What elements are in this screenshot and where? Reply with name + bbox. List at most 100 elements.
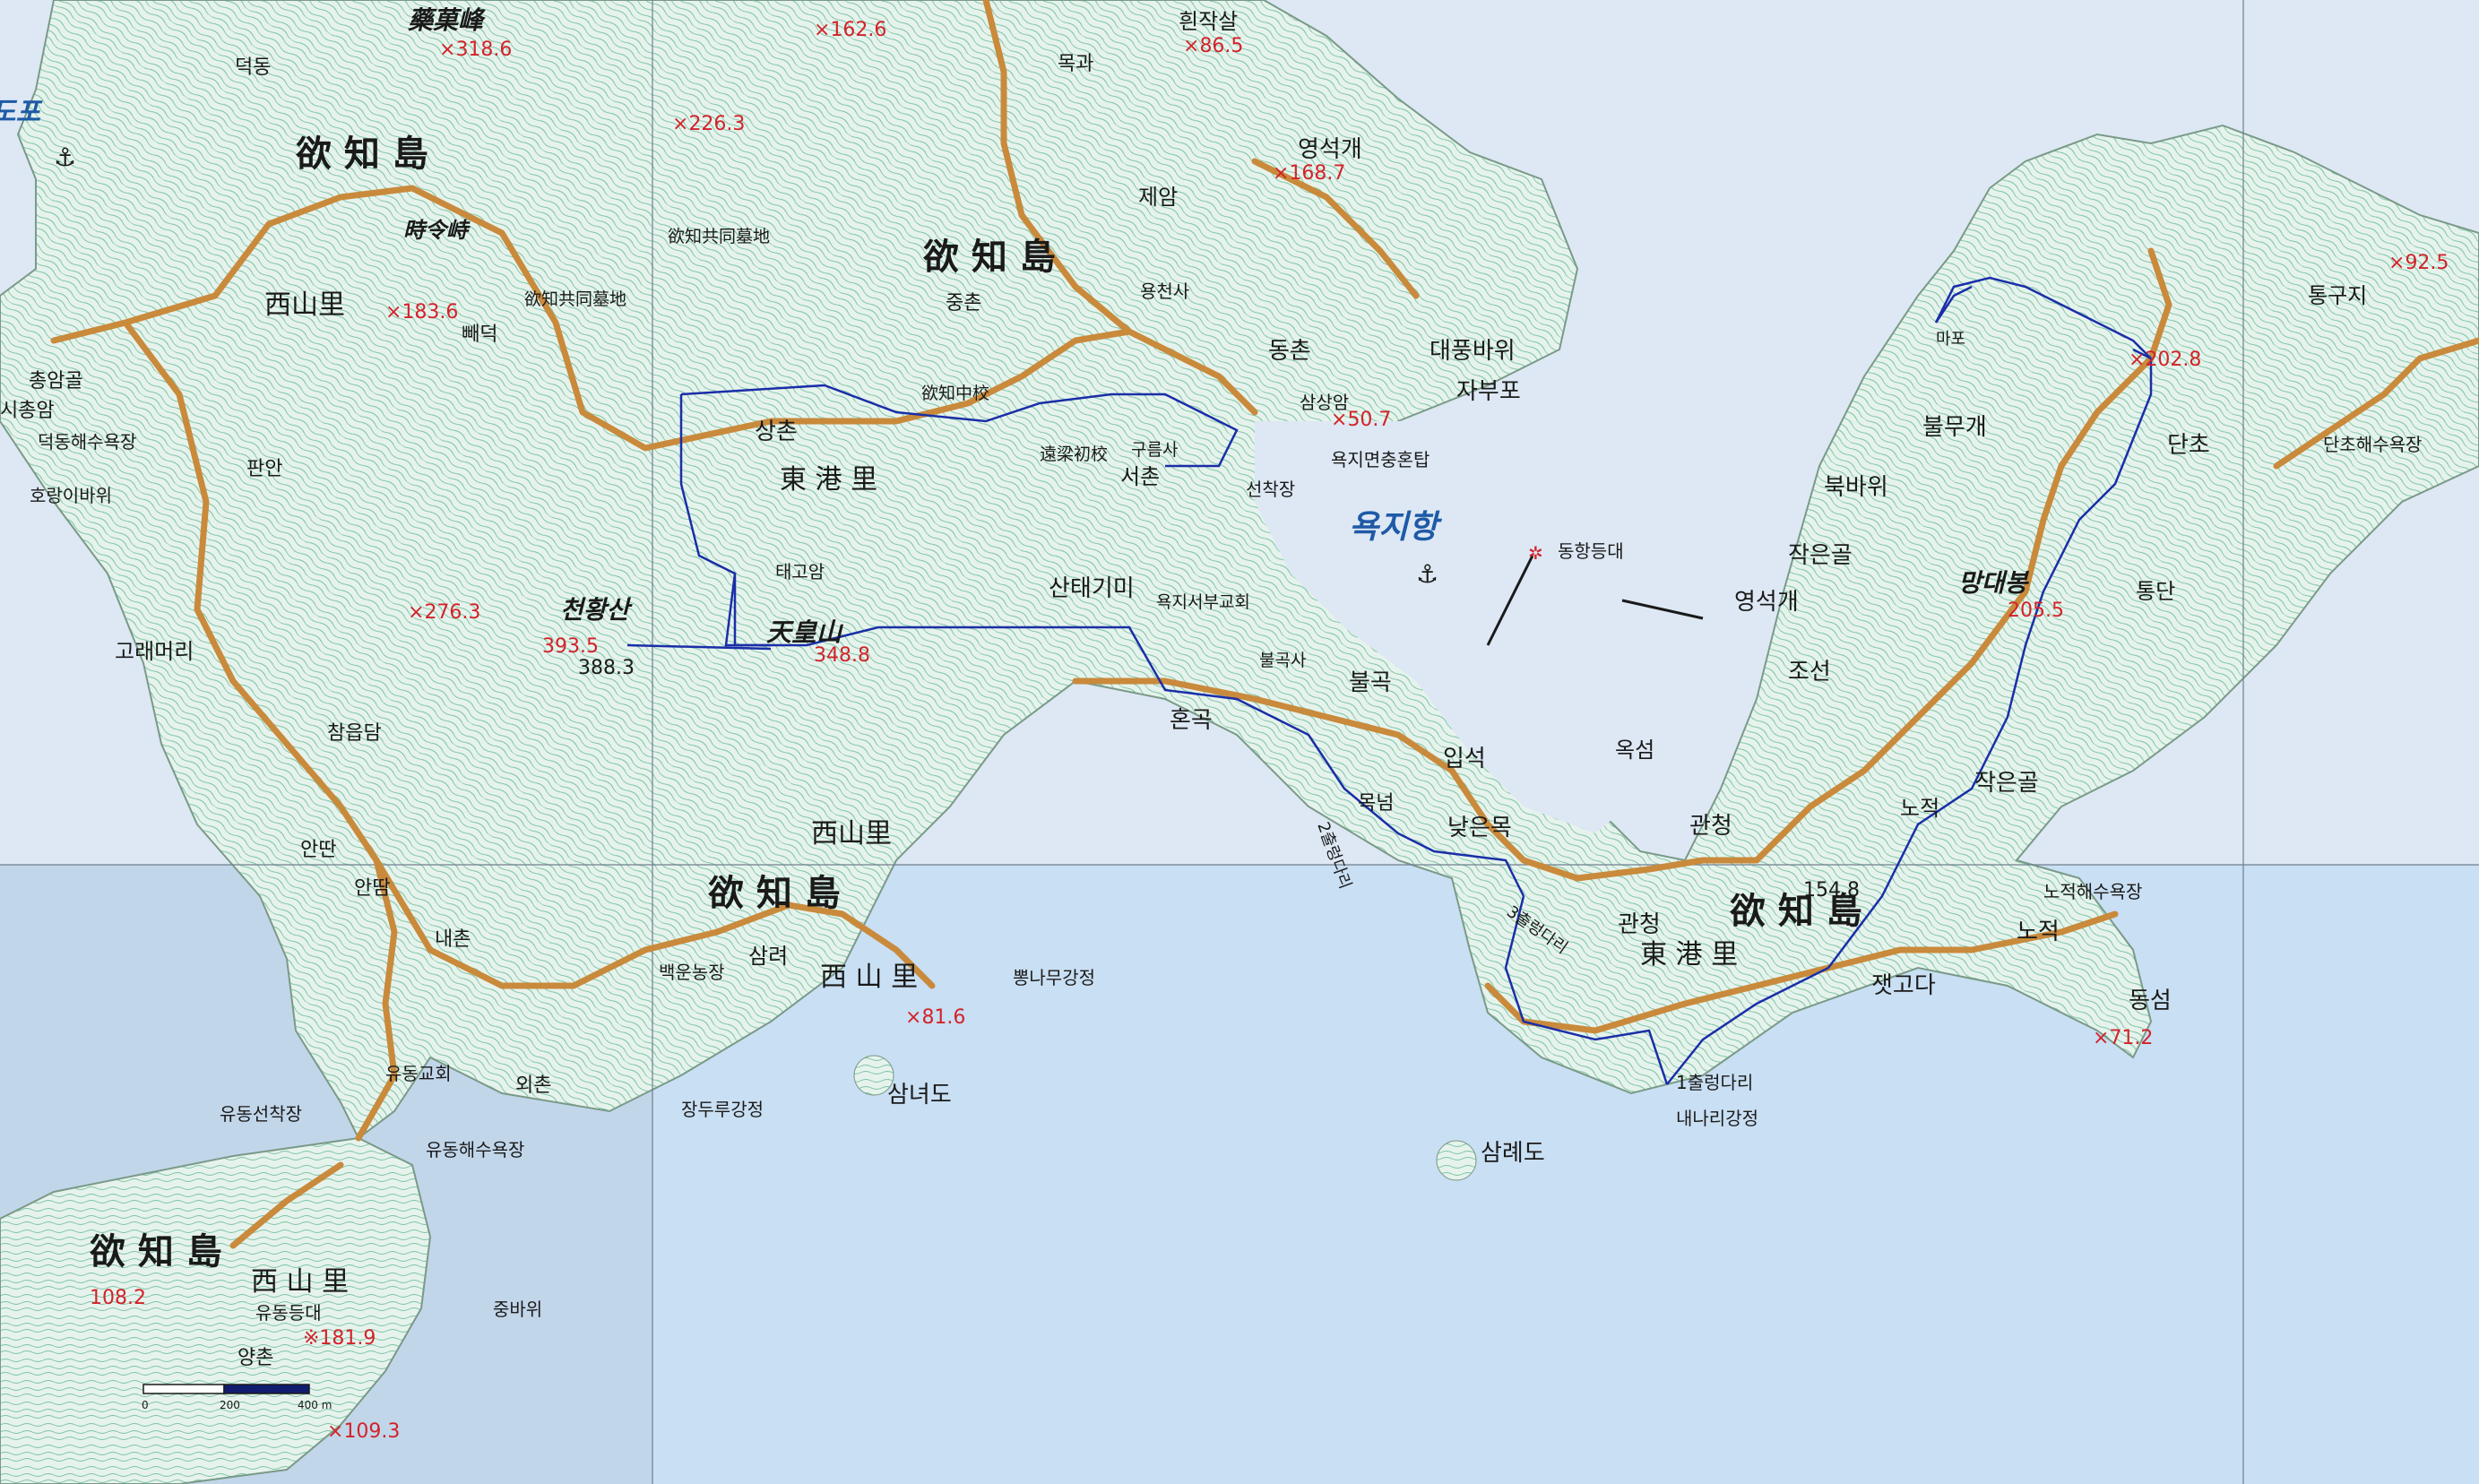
peak-elevation: 108.2 <box>90 1287 146 1309</box>
place-label: 통구지 <box>2308 283 2367 308</box>
place-label: 태고암 <box>775 561 825 582</box>
village-label-center-sub: 西山里 <box>811 818 892 850</box>
place-label: 총암골 <box>29 370 83 393</box>
peak-name: 藥菓峰 <box>408 5 487 35</box>
place-label: 欲知共同墓地 <box>668 227 770 246</box>
place-label: 참읍담 <box>327 722 382 745</box>
island-label-n1: 欲 知 島 <box>295 133 428 175</box>
peak-elevation: 393.5 <box>542 635 599 658</box>
place-label: 단초해수욕장 <box>2323 434 2422 455</box>
place-label: 외촌 <box>515 1074 551 1097</box>
place-label: 작은골 <box>1974 770 2039 797</box>
place-label: 통단 <box>2136 579 2175 604</box>
place-label: 흰작살 <box>1179 9 1238 34</box>
topographic-map[interactable]: ⚓ ⚓ ✲ 욕지항 도포 欲 知 島 欲 知 島 欲 知 島 欲 知 島 欲 知… <box>0 0 2479 1484</box>
place-label: 노적 <box>2017 919 2060 945</box>
place-label: 동항등대 <box>1558 540 1624 562</box>
place-label: 영석개 <box>1734 589 1799 616</box>
place-label: 덕동 <box>235 56 271 79</box>
place-label: 내촌 <box>435 928 471 951</box>
place-label: 낮은목 <box>1447 815 1512 841</box>
island-label-n2: 欲 知 島 <box>922 236 1056 278</box>
place-label: 판안 <box>246 458 282 480</box>
place-label: 욕지면충혼탑 <box>1331 449 1430 470</box>
peak-elevation: ×226.3 <box>672 113 745 135</box>
place-label: 제암 <box>1138 185 1178 210</box>
scale-tick: 200 <box>220 1399 240 1411</box>
place-label: 불곡사 <box>1259 651 1306 670</box>
peak-elevation: ×202.8 <box>2129 349 2201 371</box>
peak-elevation: ×183.6 <box>385 301 458 324</box>
place-label: 안딴 <box>300 839 336 861</box>
west-bay-name: 도포 <box>0 97 43 128</box>
place-label: 欲知中校 <box>921 384 989 403</box>
village-label-east-sub: 東 港 里 <box>1640 939 1738 971</box>
place-label: 덕동해수욕장 <box>38 431 136 453</box>
place-label: 불무개 <box>1922 414 1987 441</box>
peak-elevation: ×109.3 <box>327 1420 400 1443</box>
anchor-icon-west: ⚓ <box>54 142 76 172</box>
peak-elevation: 388.3 <box>578 657 635 679</box>
place-label: 관청 <box>1689 813 1732 840</box>
place-label: 용천사 <box>1140 280 1189 302</box>
place-label: 상촌 <box>755 418 798 445</box>
place-label: 작은골 <box>1788 542 1853 569</box>
harbor-name: 욕지항 <box>1349 509 1442 546</box>
place-label: 백운농장 <box>659 962 725 983</box>
village-label-south: 西 山 里 <box>820 962 918 993</box>
place-label: 내나리강정 <box>1676 1108 1758 1129</box>
scale-tick: 400 m <box>298 1399 332 1411</box>
peak-name: 망대봉 <box>1958 568 2030 598</box>
island-label-center: 欲 知 島 <box>707 872 841 914</box>
village-label-sw-sub: 西 山 里 <box>251 1266 349 1298</box>
place-label: 삼상암 <box>1300 392 1349 413</box>
place-label: 유동등대 <box>255 1302 322 1324</box>
place-label: 자부포 <box>1456 378 1521 405</box>
peak-elevation: ×318.6 <box>439 39 512 61</box>
place-label: 영석개 <box>1298 136 1362 163</box>
peak-elevation: ×81.6 <box>905 1006 965 1029</box>
place-label: 안땀 <box>354 877 390 900</box>
place-label: 동섬 <box>2129 988 2172 1014</box>
peak-elevation: ※181.9 <box>303 1327 376 1350</box>
island-label-sw: 欲 知 島 <box>89 1230 222 1273</box>
place-label: 時令峙 <box>403 218 471 243</box>
peak-elevation: ×162.6 <box>814 19 886 41</box>
place-label: 불곡 <box>1349 669 1392 696</box>
place-label: 동촌 <box>1268 338 1311 365</box>
place-label: 목넘 <box>1358 792 1394 815</box>
place-label: 삼려 <box>748 944 788 969</box>
place-label: 노적해수욕장 <box>2043 881 2142 902</box>
place-label: 시총암 <box>0 400 55 422</box>
place-label: 호랑이바위 <box>30 485 112 506</box>
place-label: 마포 <box>1936 330 1965 349</box>
place-label: 빼덕 <box>462 324 497 346</box>
place-label: 욕지서부교회 <box>1156 592 1250 612</box>
peak-elevation: 154.8 <box>1797 879 1860 902</box>
village-label-westmid: 西山里 <box>264 289 345 321</box>
place-label: 산태기미 <box>1049 575 1135 602</box>
peak-elevation: 205.5 <box>2008 600 2064 622</box>
peak-elevation: ×71.2 <box>2093 1027 2153 1049</box>
peak-elevation: ×92.5 <box>2388 252 2449 274</box>
place-label: 구름사 <box>1131 440 1178 460</box>
place-label: 북바위 <box>1824 474 1888 501</box>
place-label: 양촌 <box>238 1347 273 1369</box>
lighthouse-icon: ✲ <box>1528 542 1543 564</box>
peak-elevation: 348.8 <box>814 644 870 667</box>
place-label: 삼례도 <box>1481 1140 1545 1167</box>
peak-name: 천황산 <box>560 595 634 625</box>
islet-samnyedo <box>1436 1140 1477 1181</box>
scale-tick: 0 <box>142 1399 149 1411</box>
place-label: 관청 <box>1618 911 1661 938</box>
place-label: 선착장 <box>1246 479 1295 500</box>
place-label: 혼곡 <box>1170 707 1213 734</box>
place-label: 노적 <box>1900 796 1939 821</box>
place-label: 유동해수욕장 <box>426 1139 524 1160</box>
peak-name: 天皇山 <box>766 617 844 647</box>
place-label: 서촌 <box>1120 464 1160 489</box>
place-label: 유동선착장 <box>220 1103 302 1125</box>
place-label: 중촌 <box>946 292 981 315</box>
peak-elevation: ×86.5 <box>1183 35 1243 57</box>
place-label: 대풍바위 <box>1430 338 1516 365</box>
